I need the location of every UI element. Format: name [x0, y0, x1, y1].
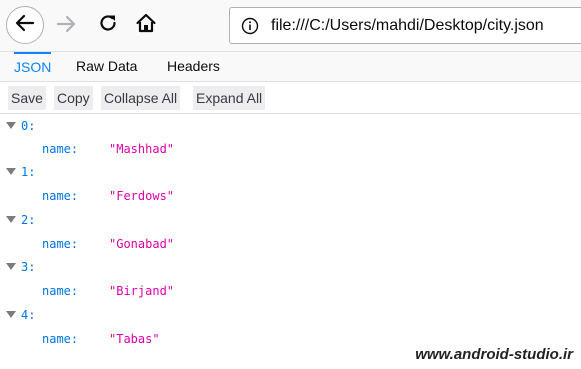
save-button[interactable]: Save: [8, 86, 46, 110]
expand-all-button[interactable]: Expand All: [193, 86, 266, 110]
property-value: "Ferdows": [109, 189, 175, 203]
browser-navbar: file:///C:/Users/mahdi/Desktop/city.json: [0, 0, 581, 51]
tab-headers[interactable]: Headers: [167, 52, 220, 81]
array-index: 1:: [21, 165, 36, 179]
tree-row-index[interactable]: 1:: [0, 161, 581, 183]
json-tree: 0: name: "Mashhad" 1: name: "Ferdows" 2:…: [0, 114, 581, 354]
tree-row-index[interactable]: 0:: [0, 115, 581, 137]
expand-triangle-icon[interactable]: [5, 115, 17, 137]
tree-row-property: name: "Mashhad": [0, 138, 581, 160]
property-key: name:: [42, 284, 79, 298]
property-key: name:: [42, 142, 79, 156]
tree-row-property: name: "Gonabad": [0, 233, 581, 255]
array-index: 0:: [21, 119, 36, 133]
back-button[interactable]: [6, 6, 44, 44]
tree-row-property: name: "Birjand": [0, 280, 581, 302]
expand-triangle-icon[interactable]: [5, 304, 17, 326]
tree-row-index[interactable]: 4:: [0, 304, 581, 326]
watermark: www.android-studio.ir: [415, 346, 573, 363]
property-key: name:: [42, 237, 79, 251]
property-value: "Birjand": [109, 284, 175, 298]
property-value: "Gonabad": [109, 237, 175, 251]
viewer-toolbar: Save Copy Collapse All Expand All: [0, 82, 581, 114]
property-value: "Mashhad": [109, 142, 175, 156]
url-text[interactable]: file:///C:/Users/mahdi/Desktop/city.json: [271, 16, 544, 36]
forward-button[interactable]: [53, 13, 79, 39]
reload-icon: [97, 12, 119, 39]
tree-row-property: name: "Ferdows": [0, 185, 581, 207]
property-value: "Tabas": [109, 332, 160, 346]
home-button[interactable]: [133, 12, 159, 38]
back-arrow-icon: [14, 12, 36, 39]
expand-triangle-icon[interactable]: [5, 256, 17, 278]
expand-triangle-icon[interactable]: [5, 209, 17, 231]
tab-json[interactable]: JSON: [14, 52, 52, 81]
expand-triangle-icon[interactable]: [5, 161, 17, 183]
tree-row-index[interactable]: 2:: [0, 209, 581, 231]
array-index: 4:: [21, 308, 36, 322]
tree-row-index[interactable]: 3:: [0, 256, 581, 278]
forward-arrow-icon: [55, 13, 77, 40]
collapse-all-button[interactable]: Collapse All: [101, 86, 181, 110]
info-icon[interactable]: [240, 16, 260, 36]
array-index: 3:: [21, 260, 36, 274]
copy-button[interactable]: Copy: [54, 86, 93, 110]
property-key: name:: [42, 189, 79, 203]
viewer-tab-bar: JSON Raw Data Headers: [0, 51, 581, 82]
home-icon: [135, 12, 157, 39]
tab-raw-data[interactable]: Raw Data: [76, 52, 137, 81]
array-index: 2:: [21, 213, 36, 227]
url-bar[interactable]: file:///C:/Users/mahdi/Desktop/city.json: [229, 7, 581, 44]
property-key: name:: [42, 332, 79, 346]
reload-button[interactable]: [95, 12, 121, 38]
